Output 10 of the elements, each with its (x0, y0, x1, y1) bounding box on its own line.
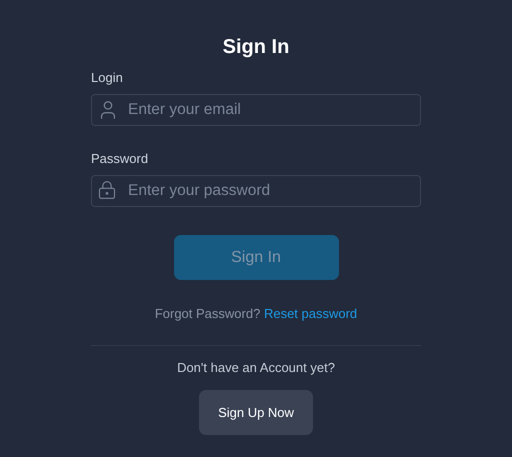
page-title: Sign In (222, 35, 290, 60)
forgot-password-text: Forgot Password? Reset password (154, 306, 358, 322)
field-label: Login (91, 70, 123, 86)
email-field[interactable]: Enter your email (91, 94, 421, 126)
sign-up-button[interactable]: Sign Up Now (199, 390, 313, 435)
reset-password-link[interactable]: Reset password (264, 306, 358, 321)
signup-prompt: Don't have an Account yet? (176, 360, 336, 376)
field-label: Password (91, 151, 148, 167)
lock-icon (97, 180, 117, 200)
password-field[interactable]: Enter your password (91, 175, 421, 207)
